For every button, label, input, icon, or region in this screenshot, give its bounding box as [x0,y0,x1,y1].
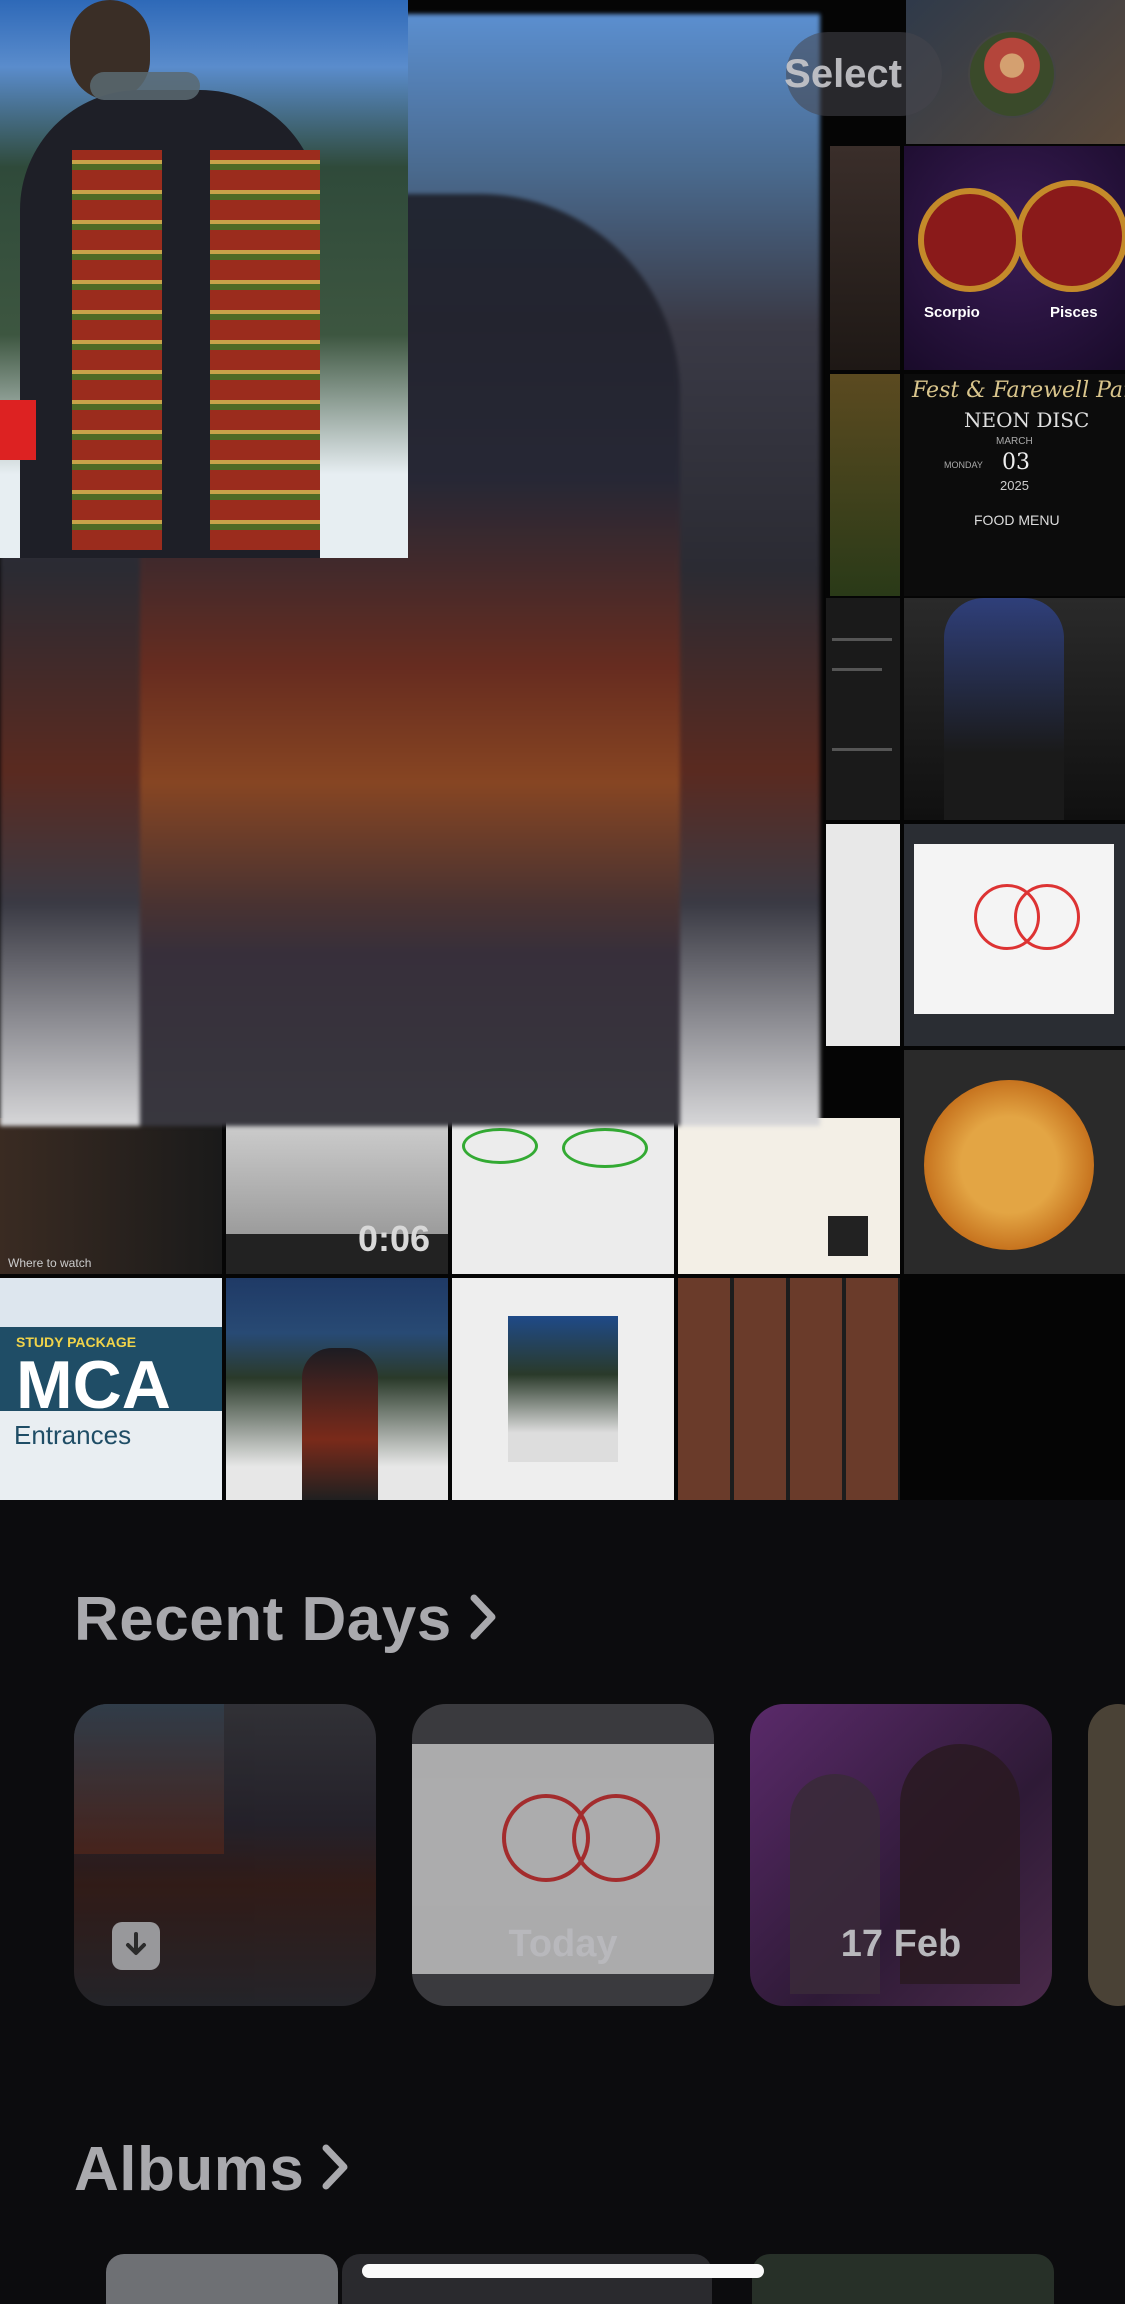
zodiac-label-scorpio: Scorpio [924,304,980,321]
recent-day-card-partial[interactable] [1088,1704,1125,2006]
recent-days-title: Recent Days [74,1585,452,1654]
entrances-label: Entrances [14,1420,132,1450]
photo-thumb-document[interactable] [452,1118,674,1274]
photo-thumb-streaming[interactable]: Where to watch [0,1118,222,1274]
album-thumb[interactable] [342,2254,712,2304]
mca-label: MCA [16,1347,171,1423]
photo-thumb-person-snow[interactable] [226,1278,448,1500]
photo-thumb[interactable] [830,374,900,596]
albums-header[interactable]: Albums [74,2134,350,2205]
zodiac-label-pisces: Pisces [1050,304,1098,321]
photo-thumb-pizza[interactable] [904,1050,1125,1274]
where-to-watch-text: Where to watch [8,1256,92,1270]
photo-thumb-framed[interactable] [452,1278,674,1500]
recent-day-card[interactable] [74,1704,376,2006]
home-indicator[interactable] [362,2264,764,2278]
photo-thumb-event-poster[interactable] [678,1118,900,1274]
photo-thumb-document[interactable] [826,824,900,1046]
album-thumb[interactable] [752,2254,1054,2304]
chevron-right-icon [320,2134,350,2205]
photo-grid: Scorpio Pisces Fest & Farewell Party NEO… [0,0,1125,1500]
recent-day-label: Today [508,1923,618,1965]
recent-day-card-today[interactable]: Today [412,1704,714,2006]
album-thumb[interactable] [106,2254,338,2304]
photo-preview[interactable] [0,0,408,558]
recent-day-label: 17 Feb [840,1923,962,1965]
photo-thumb-screen[interactable] [904,824,1125,1046]
download-icon [112,1922,160,1970]
photo-thumb-code[interactable] [826,598,900,820]
select-button[interactable]: Select [784,32,942,116]
recent-day-card-17-feb[interactable]: 17 Feb [750,1704,1052,2006]
poster-subtitle: NEON DISC [964,408,1090,432]
select-button-label: Select [784,51,902,96]
poster-month: MARCH [996,436,1033,447]
photo-thumb-study-package[interactable]: STUDY PACKAGE MCA Entrances [0,1278,222,1500]
poster-title: Fest & Farewell Party [912,378,1125,403]
poster-date: 03 [1002,450,1030,475]
photo-thumb[interactable] [830,146,900,370]
photo-thumb-person[interactable] [904,598,1125,820]
recent-days-header[interactable]: Recent Days [74,1584,498,1655]
chevron-right-icon [468,1584,498,1655]
photo-thumb-collage[interactable] [678,1278,900,1500]
poster-day: MONDAY [944,460,983,470]
video-duration: 0:06 [357,1218,430,1259]
photo-thumb-party-poster[interactable]: Fest & Farewell Party NEON DISC MARCH MO… [904,374,1125,596]
poster-year: 2025 [1000,478,1029,493]
profile-avatar[interactable] [968,30,1056,118]
video-thumb[interactable]: 0:06 [226,1118,448,1274]
albums-title: Albums [74,2135,305,2204]
photo-thumb-zodiac[interactable]: Scorpio Pisces [904,146,1125,370]
poster-food-menu: FOOD MENU [974,512,1060,528]
